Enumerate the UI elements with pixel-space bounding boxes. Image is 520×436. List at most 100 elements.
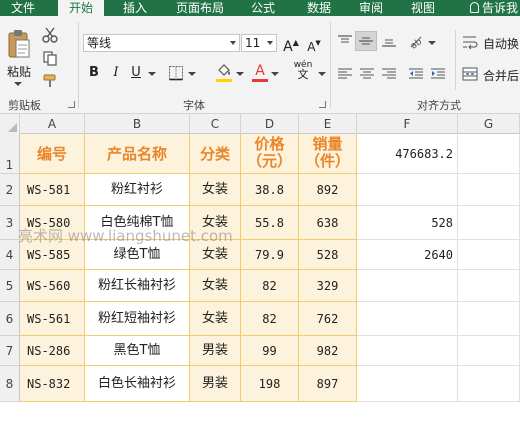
increase-indent-icon[interactable] xyxy=(431,68,445,80)
align-left-icon[interactable] xyxy=(338,68,352,80)
wrap-text-icon[interactable] xyxy=(462,34,478,50)
table-cell[interactable]: 粉红长袖衬衫 xyxy=(85,270,190,302)
table-cell[interactable]: 白色长袖衬衫 xyxy=(85,366,190,402)
row-header-8[interactable]: 8 xyxy=(0,366,20,402)
table-cell[interactable]: 38.8 xyxy=(241,174,299,206)
table-cell[interactable]: 79.9 xyxy=(241,240,299,270)
table-cell[interactable] xyxy=(458,206,520,240)
align-right-icon[interactable] xyxy=(382,68,396,80)
table-cell[interactable] xyxy=(458,174,520,206)
font-name-select[interactable]: 等线 xyxy=(83,34,240,52)
column-header-e[interactable]: E xyxy=(299,114,357,134)
font-launcher-icon[interactable] xyxy=(319,101,326,108)
underline-dropdown-icon[interactable] xyxy=(148,72,156,76)
tab-home[interactable]: 开始 xyxy=(58,0,104,16)
table-cell[interactable]: 982 xyxy=(299,336,357,366)
align-middle-icon[interactable] xyxy=(359,35,373,47)
align-top-icon[interactable] xyxy=(338,35,352,47)
table-cell[interactable]: WS-560 xyxy=(20,270,85,302)
table-cell[interactable] xyxy=(458,336,520,366)
tab-formulas[interactable]: 公式 xyxy=(248,0,278,16)
column-header-b[interactable]: B xyxy=(85,114,190,134)
table-cell[interactable] xyxy=(458,302,520,336)
row-header-2[interactable]: 2 xyxy=(0,174,20,206)
table-cell[interactable]: 粉红衬衫 xyxy=(85,174,190,206)
underline-button[interactable]: U xyxy=(128,64,144,82)
table-header-cell[interactable]: 分类 xyxy=(190,134,241,174)
font-color-dropdown-icon[interactable] xyxy=(271,72,279,76)
table-cell[interactable]: 2640 xyxy=(357,240,458,270)
wrap-text-button[interactable]: 自动换 xyxy=(483,35,519,52)
cut-icon[interactable] xyxy=(42,27,58,43)
table-cell[interactable] xyxy=(357,336,458,366)
table-cell[interactable]: 198 xyxy=(241,366,299,402)
fill-color-dropdown-icon[interactable] xyxy=(236,72,244,76)
tab-file[interactable]: 文件 xyxy=(8,0,38,16)
row-header-1[interactable]: 1 xyxy=(0,134,20,174)
table-cell[interactable]: 黑色T恤 xyxy=(85,336,190,366)
table-cell[interactable]: NS-832 xyxy=(20,366,85,402)
table-cell[interactable] xyxy=(357,366,458,402)
table-cell[interactable]: 女装 xyxy=(190,174,241,206)
table-cell[interactable] xyxy=(357,270,458,302)
table-cell[interactable]: WS-581 xyxy=(20,174,85,206)
table-cell[interactable]: 女装 xyxy=(190,302,241,336)
column-header-d[interactable]: D xyxy=(241,114,299,134)
row-header-6[interactable]: 6 xyxy=(0,302,20,336)
italic-button[interactable]: I xyxy=(108,64,124,82)
column-header-c[interactable]: C xyxy=(190,114,241,134)
table-cell[interactable]: 329 xyxy=(299,270,357,302)
phonetic-dropdown-icon[interactable] xyxy=(318,72,326,76)
table-cell[interactable]: 粉红短袖衬衫 xyxy=(85,302,190,336)
tab-data[interactable]: 数据 xyxy=(304,0,334,16)
row-header-3[interactable]: 3 xyxy=(0,206,20,240)
table-cell[interactable]: 女装 xyxy=(190,270,241,302)
paste-dropdown-icon[interactable] xyxy=(14,82,22,86)
table-cell[interactable] xyxy=(458,134,520,174)
tab-review[interactable]: 审阅 xyxy=(356,0,386,16)
borders-icon[interactable] xyxy=(168,65,184,81)
select-all-button[interactable] xyxy=(0,114,20,134)
column-header-f[interactable]: F xyxy=(357,114,458,134)
table-cell[interactable]: 892 xyxy=(299,174,357,206)
table-cell[interactable]: 55.8 xyxy=(241,206,299,240)
shrink-font-button[interactable]: A▼ xyxy=(306,34,322,54)
column-header-g[interactable]: G xyxy=(458,114,520,134)
table-header-cell[interactable]: 销量 （件） xyxy=(299,134,357,174)
paste-button-label[interactable]: 粘贴 xyxy=(7,63,31,80)
table-cell[interactable] xyxy=(357,174,458,206)
tab-view[interactable]: 视图 xyxy=(408,0,438,16)
column-header-a[interactable]: A xyxy=(20,114,85,134)
table-cell[interactable] xyxy=(458,270,520,302)
table-cell[interactable]: 638 xyxy=(299,206,357,240)
bold-button[interactable]: B xyxy=(86,64,102,82)
paste-icon[interactable] xyxy=(7,28,31,60)
table-cell[interactable]: 82 xyxy=(241,302,299,336)
fill-color-icon[interactable] xyxy=(216,62,232,78)
merge-center-icon[interactable] xyxy=(462,66,478,82)
format-painter-icon[interactable] xyxy=(42,73,58,89)
align-center-icon[interactable] xyxy=(360,68,374,80)
table-cell[interactable]: WS-561 xyxy=(20,302,85,336)
table-cell[interactable]: 99 xyxy=(241,336,299,366)
table-cell[interactable]: 82 xyxy=(241,270,299,302)
table-cell[interactable]: 476683.2 xyxy=(357,134,458,174)
table-cell[interactable] xyxy=(458,240,520,270)
merge-center-button[interactable]: 合并后 xyxy=(483,67,519,84)
table-cell[interactable] xyxy=(357,302,458,336)
table-header-cell[interactable]: 产品名称 xyxy=(85,134,190,174)
orientation-icon[interactable]: ab xyxy=(408,33,424,49)
copy-icon[interactable] xyxy=(42,50,58,66)
table-cell[interactable]: 897 xyxy=(299,366,357,402)
decrease-indent-icon[interactable] xyxy=(409,68,423,80)
table-cell[interactable]: NS-286 xyxy=(20,336,85,366)
row-header-4[interactable]: 4 xyxy=(0,240,20,270)
grow-font-button[interactable]: A▲ xyxy=(283,34,299,55)
table-cell[interactable]: 528 xyxy=(299,240,357,270)
align-bottom-icon[interactable] xyxy=(382,35,396,47)
table-cell[interactable] xyxy=(458,366,520,402)
orientation-dropdown-icon[interactable] xyxy=(428,41,436,45)
row-header-7[interactable]: 7 xyxy=(0,336,20,366)
borders-dropdown-icon[interactable] xyxy=(188,72,196,76)
table-cell[interactable]: 男装 xyxy=(190,336,241,366)
